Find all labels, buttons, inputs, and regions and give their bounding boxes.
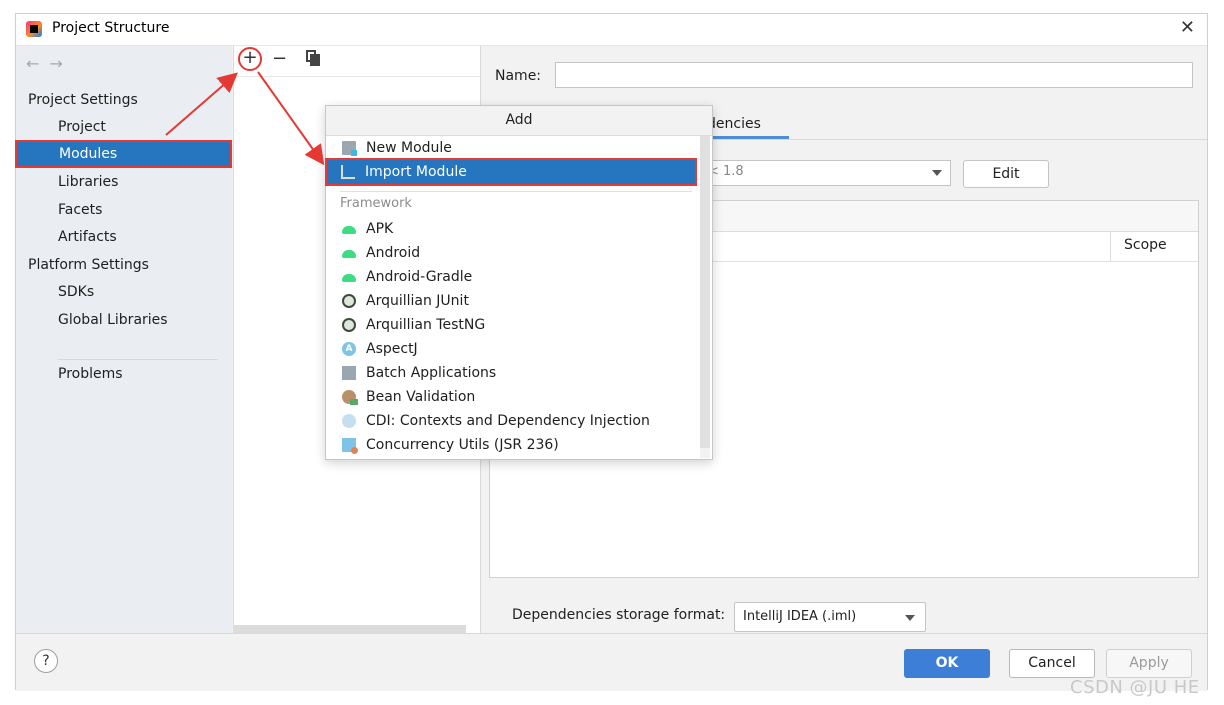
platform-settings-header: Platform Settings: [28, 257, 149, 273]
sdk-value: < 1.8: [708, 164, 744, 179]
sidebar-item-global-libraries[interactable]: Global Libraries: [16, 308, 232, 332]
folder-module-icon: [342, 141, 357, 156]
chevron-down-icon: [905, 615, 915, 621]
intellij-logo-icon: [26, 21, 42, 37]
sidebar-item-libraries[interactable]: Libraries: [16, 170, 232, 194]
arquillian-icon: [342, 318, 356, 332]
menu-item-android[interactable]: Android: [328, 241, 694, 265]
copy-icon[interactable]: [306, 50, 320, 66]
menu-item-concurrency-utils[interactable]: Concurrency Utils (JSR 236): [328, 433, 694, 457]
popup-scrollbar[interactable]: [700, 136, 710, 458]
menu-item-import-module[interactable]: Import Module: [325, 158, 697, 186]
menu-item-label: Arquillian JUnit: [366, 293, 469, 309]
menu-item-apk[interactable]: APK: [328, 217, 694, 241]
framework-group-label: Framework: [340, 196, 412, 211]
horizontal-scrollbar[interactable]: [234, 625, 466, 633]
menu-item-label: Android-Gradle: [366, 269, 473, 285]
cancel-button[interactable]: Cancel: [1009, 649, 1095, 678]
sidebar-item-artifacts[interactable]: Artifacts: [16, 225, 232, 249]
name-input[interactable]: [555, 62, 1193, 88]
remove-module-button[interactable]: −: [272, 48, 287, 69]
sidebar-divider: [58, 359, 218, 360]
sidebar-item-modules[interactable]: Modules: [15, 140, 232, 168]
storage-format-value: IntelliJ IDEA (.iml): [743, 609, 857, 624]
menu-item-label: AspectJ: [366, 341, 418, 357]
menu-item-label: Bean Validation: [366, 389, 476, 405]
forward-arrow-icon[interactable]: →: [49, 54, 72, 73]
chevron-down-icon: [932, 170, 942, 176]
menu-item-arquillian-junit[interactable]: Arquillian JUnit: [328, 289, 694, 313]
menu-item-label: Batch Applications: [366, 365, 497, 381]
menu-item-label: Android: [366, 245, 421, 261]
module-toolbar: + −: [234, 46, 480, 77]
menu-item-batch-applications[interactable]: Batch Applications: [328, 361, 694, 385]
nav-arrows: ←→: [26, 54, 73, 73]
cdi-icon: [342, 414, 356, 428]
settings-sidebar: ←→ Project Settings Project Modules Libr…: [15, 46, 232, 633]
add-module-button[interactable]: +: [238, 47, 262, 71]
back-arrow-icon[interactable]: ←: [26, 54, 49, 73]
batch-icon: [342, 366, 356, 380]
apply-button[interactable]: Apply: [1106, 649, 1192, 678]
watermark: CSDN @JU HE: [1070, 677, 1200, 698]
module-sdk-dropdown[interactable]: < 1.8: [707, 160, 951, 186]
title-bar: Project Structure ✕: [16, 14, 1207, 46]
menu-item-arquillian-testng[interactable]: Arquillian TestNG: [328, 313, 694, 337]
bean-validation-icon: [342, 390, 358, 405]
menu-item-new-module[interactable]: New Module: [328, 136, 694, 160]
close-button[interactable]: ✕: [1180, 17, 1195, 38]
sidebar-item-facets[interactable]: Facets: [16, 198, 232, 222]
menu-item-cdi[interactable]: CDI: Contexts and Dependency Injection: [328, 409, 694, 433]
menu-item-android-gradle[interactable]: Android-Gradle: [328, 265, 694, 289]
sidebar-item-sdks[interactable]: SDKs: [16, 280, 232, 304]
menu-item-bean-validation[interactable]: Bean Validation: [328, 385, 694, 409]
add-popup-menu: Add New Module Import Module Framework A…: [325, 105, 713, 460]
import-module-icon: [341, 165, 355, 179]
column-separator: [1110, 231, 1111, 261]
concurrency-icon: [342, 438, 358, 454]
menu-item-label: Concurrency Utils (JSR 236): [366, 437, 559, 453]
arquillian-icon: [342, 294, 356, 308]
sidebar-item-problems[interactable]: Problems: [16, 362, 232, 386]
menu-separator: [340, 191, 692, 192]
menu-item-label: CDI: Contexts and Dependency Injection: [366, 413, 650, 429]
android-icon: [342, 250, 356, 258]
menu-item-aspectj[interactable]: A AspectJ: [328, 337, 694, 361]
popup-scroll-thumb[interactable]: [700, 136, 710, 448]
project-settings-header: Project Settings: [28, 92, 138, 108]
help-button[interactable]: ?: [34, 649, 58, 673]
sidebar-item-project[interactable]: Project: [16, 115, 232, 139]
name-label: Name:: [495, 68, 542, 84]
menu-item-label: APK: [366, 221, 394, 237]
menu-item-label: New Module: [366, 140, 452, 156]
menu-item-label: Import Module: [365, 164, 467, 180]
popup-title: Add: [326, 106, 712, 136]
android-icon: [342, 274, 356, 282]
tab-dependencies[interactable]: dencies: [707, 116, 761, 132]
edit-sdk-button[interactable]: Edit: [963, 160, 1049, 188]
menu-item-label: Arquillian TestNG: [366, 317, 486, 333]
window-title: Project Structure: [52, 20, 170, 36]
android-icon: [342, 226, 356, 234]
ok-button[interactable]: OK: [904, 649, 990, 678]
storage-format-label: Dependencies storage format:: [512, 607, 726, 623]
scope-column-header[interactable]: Scope: [1124, 237, 1167, 253]
storage-format-dropdown[interactable]: IntelliJ IDEA (.iml): [734, 602, 926, 632]
dialog-footer: ? OK Cancel Apply: [16, 633, 1207, 691]
aspectj-icon: A: [342, 342, 356, 356]
